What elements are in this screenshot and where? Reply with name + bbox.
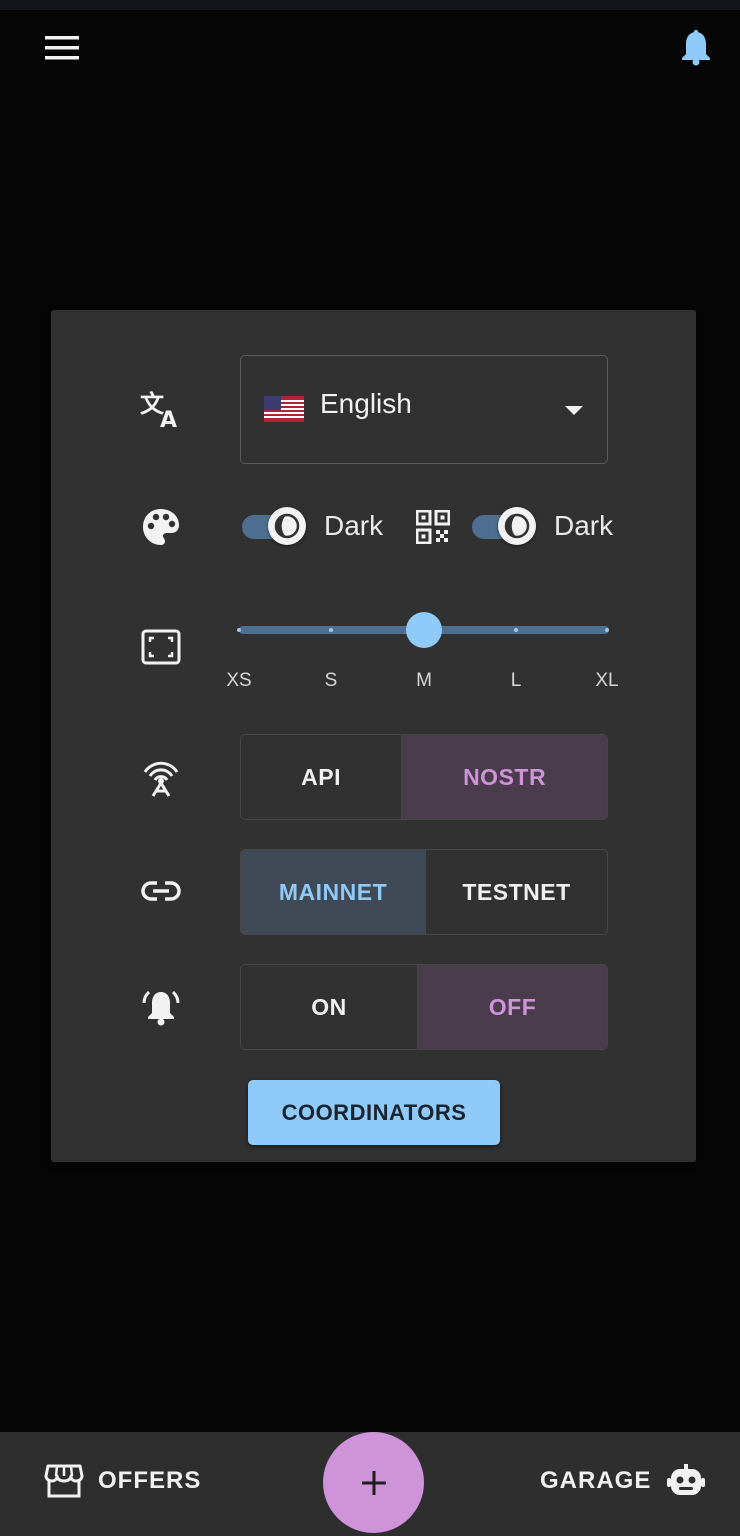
- hamburger-menu-icon: [45, 36, 79, 60]
- garage-nav-button[interactable]: GARAGE: [540, 1456, 706, 1506]
- theme-dark-toggle[interactable]: [240, 505, 308, 545]
- coordinators-button[interactable]: COORDINATORS: [248, 1080, 500, 1145]
- storefront-icon: [44, 1464, 84, 1498]
- ringing-bell-icon: [136, 982, 186, 1032]
- qr-dark-toggle[interactable]: [470, 505, 538, 545]
- toggle-thumb: [268, 507, 306, 545]
- selected-language: English: [320, 388, 412, 419]
- size-slider[interactable]: [237, 610, 609, 650]
- language-select[interactable]: English: [240, 355, 608, 464]
- size-tick-xs: XS: [226, 670, 252, 691]
- notifications-on-button[interactable]: ON: [241, 965, 419, 1049]
- connection-toggle-group: API NOSTR: [240, 734, 608, 820]
- network-mainnet-button[interactable]: MAINNET: [241, 850, 426, 934]
- create-order-button[interactable]: [323, 1432, 424, 1533]
- link-icon: [136, 866, 186, 916]
- slider-mark: [514, 628, 518, 632]
- fit-screen-icon: [136, 622, 186, 672]
- palette-icon: [136, 502, 186, 552]
- network-testnet-button[interactable]: TESTNET: [426, 850, 607, 934]
- chevron-down-icon: [565, 406, 583, 415]
- bell-icon: [682, 30, 710, 66]
- connection-nostr-button[interactable]: NOSTR: [402, 735, 607, 819]
- theme-mode-label: Dark: [324, 510, 384, 541]
- moon-icon: [504, 513, 530, 539]
- notifications-button[interactable]: [672, 24, 720, 72]
- qr-code-icon: [410, 502, 456, 552]
- robot-icon: [667, 1464, 706, 1495]
- slider-mark: [329, 628, 333, 632]
- notifications-off-button[interactable]: OFF: [418, 965, 607, 1049]
- broadcast-icon: [136, 752, 186, 802]
- svg-text:A: A: [160, 408, 177, 430]
- garage-nav-label: GARAGE: [540, 1467, 652, 1494]
- size-tick-s: S: [324, 670, 338, 691]
- offers-nav-button[interactable]: OFFERS: [44, 1456, 201, 1506]
- menu-button[interactable]: [40, 28, 84, 68]
- size-tick-xl: XL: [595, 670, 619, 691]
- connection-api-button[interactable]: API: [241, 735, 403, 819]
- size-tick-l: L: [510, 670, 522, 691]
- network-toggle-group: MAINNET TESTNET: [240, 849, 608, 935]
- notifications-toggle-group: ON OFF: [240, 964, 608, 1050]
- moon-icon: [274, 513, 300, 539]
- plus-icon: [361, 1470, 386, 1495]
- slider-mark: [237, 628, 241, 632]
- slider-mark: [605, 628, 609, 632]
- translate-icon: 文 A: [136, 385, 186, 435]
- us-flag-icon: [264, 396, 304, 422]
- qr-mode-label: Dark: [554, 510, 614, 541]
- size-tick-m: M: [416, 670, 432, 691]
- slider-knob[interactable]: [406, 612, 442, 648]
- offers-nav-label: OFFERS: [98, 1467, 202, 1494]
- toggle-thumb: [498, 507, 536, 545]
- status-bar: [0, 0, 740, 10]
